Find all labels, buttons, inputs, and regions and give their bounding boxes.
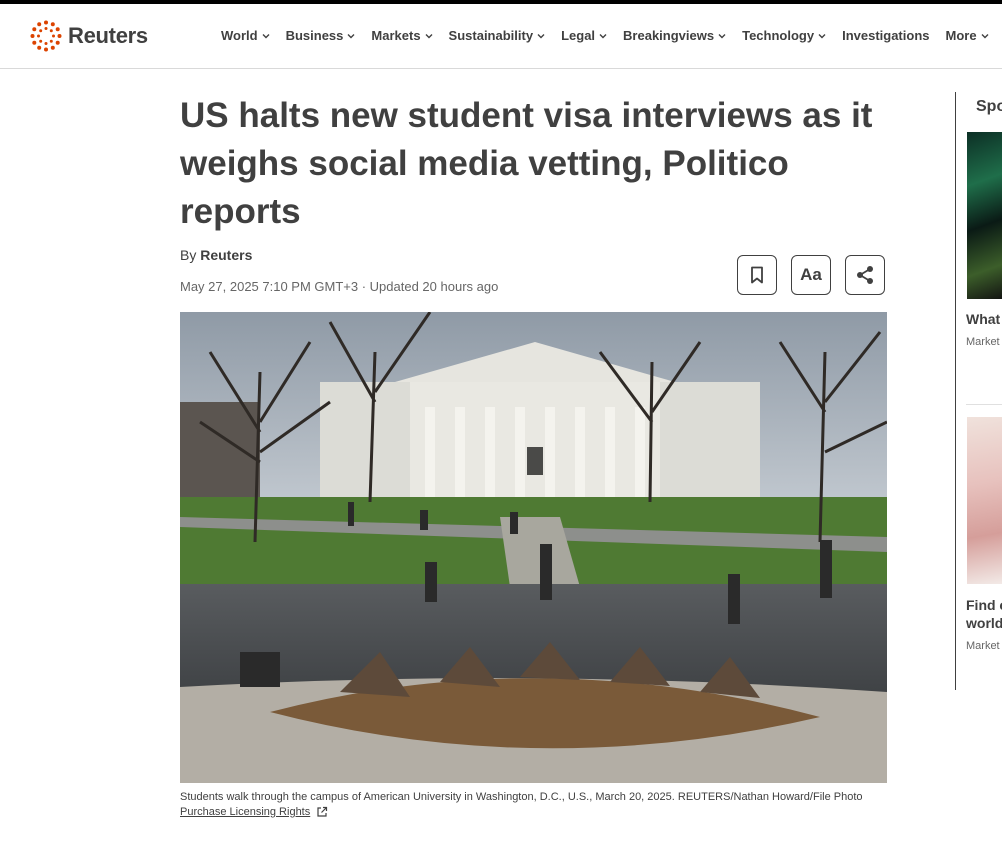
text-size-button[interactable]: Aa [791,255,831,295]
chevron-down-icon [347,33,355,38]
campus-photo-image [180,312,887,783]
byline-prefix: By [180,247,197,263]
byline: By Reuters [180,247,252,263]
text-size-label: Aa [800,265,822,284]
nav-item-sustainability[interactable]: Sustainability [449,28,546,43]
purchase-licensing-link[interactable]: Purchase Licensing Rights [180,806,328,818]
sponsored-item-source: Market [966,336,1000,348]
main-nav: World Business Markets Sustainability Le… [221,28,989,43]
chevron-down-icon [599,33,607,38]
external-link-icon [317,806,328,817]
nav-item-label: Legal [561,28,596,43]
purchase-licensing-label: Purchase Licensing Rights [180,806,311,818]
article-photo[interactable] [180,312,887,783]
bookmark-icon [751,266,763,284]
chevron-down-icon [537,33,545,38]
nav-item-label: Markets [371,28,421,43]
sponsored-item-image[interactable] [967,417,1002,584]
sponsored-item-source: Market [966,640,1000,652]
nav-item-label: Business [285,28,344,43]
nav-item-markets[interactable]: Markets [371,28,433,43]
nav-item-label: Technology [742,28,815,43]
reuters-logo-icon [30,20,62,52]
nav-item-more[interactable]: More [946,28,989,43]
chevron-down-icon [262,33,270,38]
nav-item-breakingviews[interactable]: Breakingviews [623,28,726,43]
sidebar-divider [966,404,1002,405]
nav-item-legal[interactable]: Legal [561,28,607,43]
photo-caption: Students walk through the campus of Amer… [180,791,863,803]
chevron-down-icon [818,33,826,38]
bookmark-button[interactable] [737,255,777,295]
nav-item-world[interactable]: World [221,28,270,43]
nav-item-label: Sustainability [448,28,534,43]
share-icon [857,266,873,284]
sidebar-title: Spo [976,98,1002,115]
sponsored-sidebar: Spo What Market Find c world Market [955,92,1002,690]
sponsored-item-title-line2[interactable]: world [966,615,1002,631]
site-header: Reuters World Business Markets Sustainab… [0,4,1002,69]
byline-author-link[interactable]: Reuters [200,247,252,263]
article-dateline: May 27, 2025 7:10 PM GMT+3 · Updated 20 … [180,279,499,294]
chevron-down-icon [718,33,726,38]
nav-item-label: Investigations [842,28,930,43]
nav-item-label: More [945,28,977,43]
reuters-logo[interactable]: Reuters [30,20,148,52]
nav-item-investigations[interactable]: Investigations [842,28,929,43]
nav-item-technology[interactable]: Technology [742,28,826,43]
sponsored-item-image[interactable] [967,132,1002,299]
sponsored-item-title[interactable]: What [966,311,1000,327]
nav-item-business[interactable]: Business [286,28,356,43]
reuters-wordmark: Reuters [68,23,148,48]
chevron-down-icon [981,33,989,38]
nav-item-label: Breakingviews [623,28,715,43]
share-button[interactable] [845,255,885,295]
chevron-down-icon [425,33,433,38]
article-headline: US halts new student visa interviews as … [180,96,873,231]
sponsored-item-title[interactable]: Find c [966,597,1002,613]
nav-item-label: World [221,28,258,43]
